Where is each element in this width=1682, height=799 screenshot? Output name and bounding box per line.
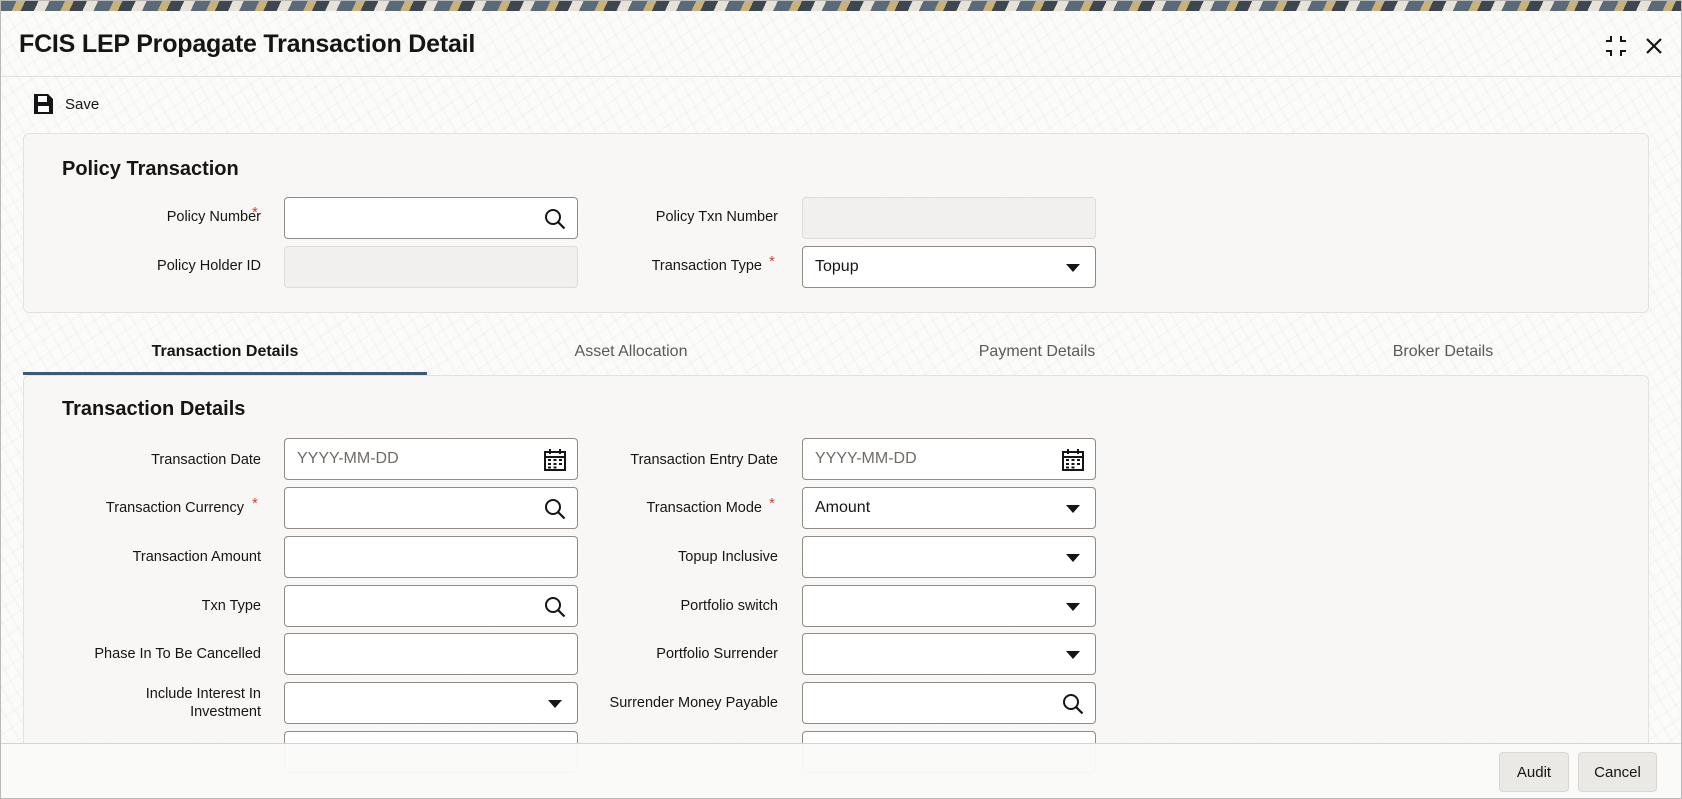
include-interest-label: Include Interest In Investment [1,685,261,721]
surrender-money-payable-label: Surrender Money Payable [609,695,778,711]
transaction-entry-date-input[interactable]: YYYY-MM-DD [802,438,1096,480]
transaction-date-label: Transaction Date [151,452,261,468]
toolbar: Save [1,87,1681,121]
tab-bar: Transaction Details Asset Allocation Pay… [23,331,1649,375]
required-marker: * [252,495,258,512]
dropdown-arrow-icon [1061,643,1085,667]
policy-txn-number-label: Policy Txn Number [655,209,778,225]
save-button[interactable]: Save [31,91,99,117]
surrender-money-payable-input[interactable] [802,682,1096,724]
search-icon[interactable] [1061,692,1085,716]
dialog-window: FCIS LEP Propagate Transaction Detail Sa… [0,0,1682,799]
transaction-type-value: Topup [815,258,859,275]
transaction-amount-label: Transaction Amount [132,549,261,565]
txn-type-label: Txn Type [201,598,261,614]
minimize-button[interactable] [1601,31,1631,61]
transaction-entry-date-placeholder: YYYY-MM-DD [815,450,917,467]
dropdown-arrow-icon [1061,497,1085,521]
transaction-type-select[interactable]: Topup [802,246,1096,288]
portfolio-surrender-label: Portfolio Surrender [656,646,778,662]
collapse-icon [1606,36,1626,56]
phase-in-cancelled-label: Phase In To Be Cancelled [94,646,261,662]
cancel-button[interactable]: Cancel [1578,752,1657,792]
transaction-details-title: Transaction Details [62,398,246,420]
topup-inclusive-select[interactable] [802,536,1096,578]
required-marker: * [769,495,775,512]
title-bar: FCIS LEP Propagate Transaction Detail [1,11,1681,77]
include-interest-label-line1: Include Interest In [145,686,261,702]
transaction-date-placeholder: YYYY-MM-DD [297,450,399,467]
portfolio-switch-label: Portfolio switch [680,598,778,614]
policy-number-label: Policy Number [166,209,261,225]
tab-broker-details[interactable]: Broker Details [1241,331,1645,375]
portfolio-switch-select[interactable] [802,585,1096,627]
topup-inclusive-label: Topup Inclusive [678,549,778,565]
page-title: FCIS LEP Propagate Transaction Detail [19,30,476,58]
tab-asset-allocation[interactable]: Asset Allocation [429,331,833,375]
tab-transaction-details[interactable]: Transaction Details [23,331,427,375]
save-icon [34,94,53,114]
transaction-mode-label: Transaction Mode [646,500,762,516]
close-icon [1646,38,1662,54]
policy-holder-id-label: Policy Holder ID [157,258,261,274]
dropdown-arrow-icon [1061,546,1085,570]
transaction-entry-date-label: Transaction Entry Date [630,452,778,468]
transaction-currency-label: Transaction Currency [105,500,244,516]
required-marker: * [769,253,775,270]
include-interest-label-line2: Investment [190,704,261,720]
transaction-mode-value: Amount [815,499,871,516]
tab-payment-details[interactable]: Payment Details [835,331,1239,375]
dropdown-arrow-icon [1061,256,1085,280]
portfolio-surrender-select[interactable] [802,633,1096,675]
decorative-banner [1,1,1681,11]
required-marker: * [252,204,258,221]
save-label: Save [65,95,100,113]
dropdown-arrow-icon [1061,595,1085,619]
policy-txn-number-field [802,197,1096,239]
audit-button[interactable]: Audit [1499,752,1569,792]
calendar-icon[interactable] [1061,448,1085,472]
footer-bar: Audit Cancel [1,743,1681,798]
policy-transaction-title: Policy Transaction [62,158,239,180]
close-button[interactable] [1639,31,1669,61]
transaction-type-label: Transaction Type [651,258,762,274]
transaction-mode-select[interactable]: Amount [802,487,1096,529]
